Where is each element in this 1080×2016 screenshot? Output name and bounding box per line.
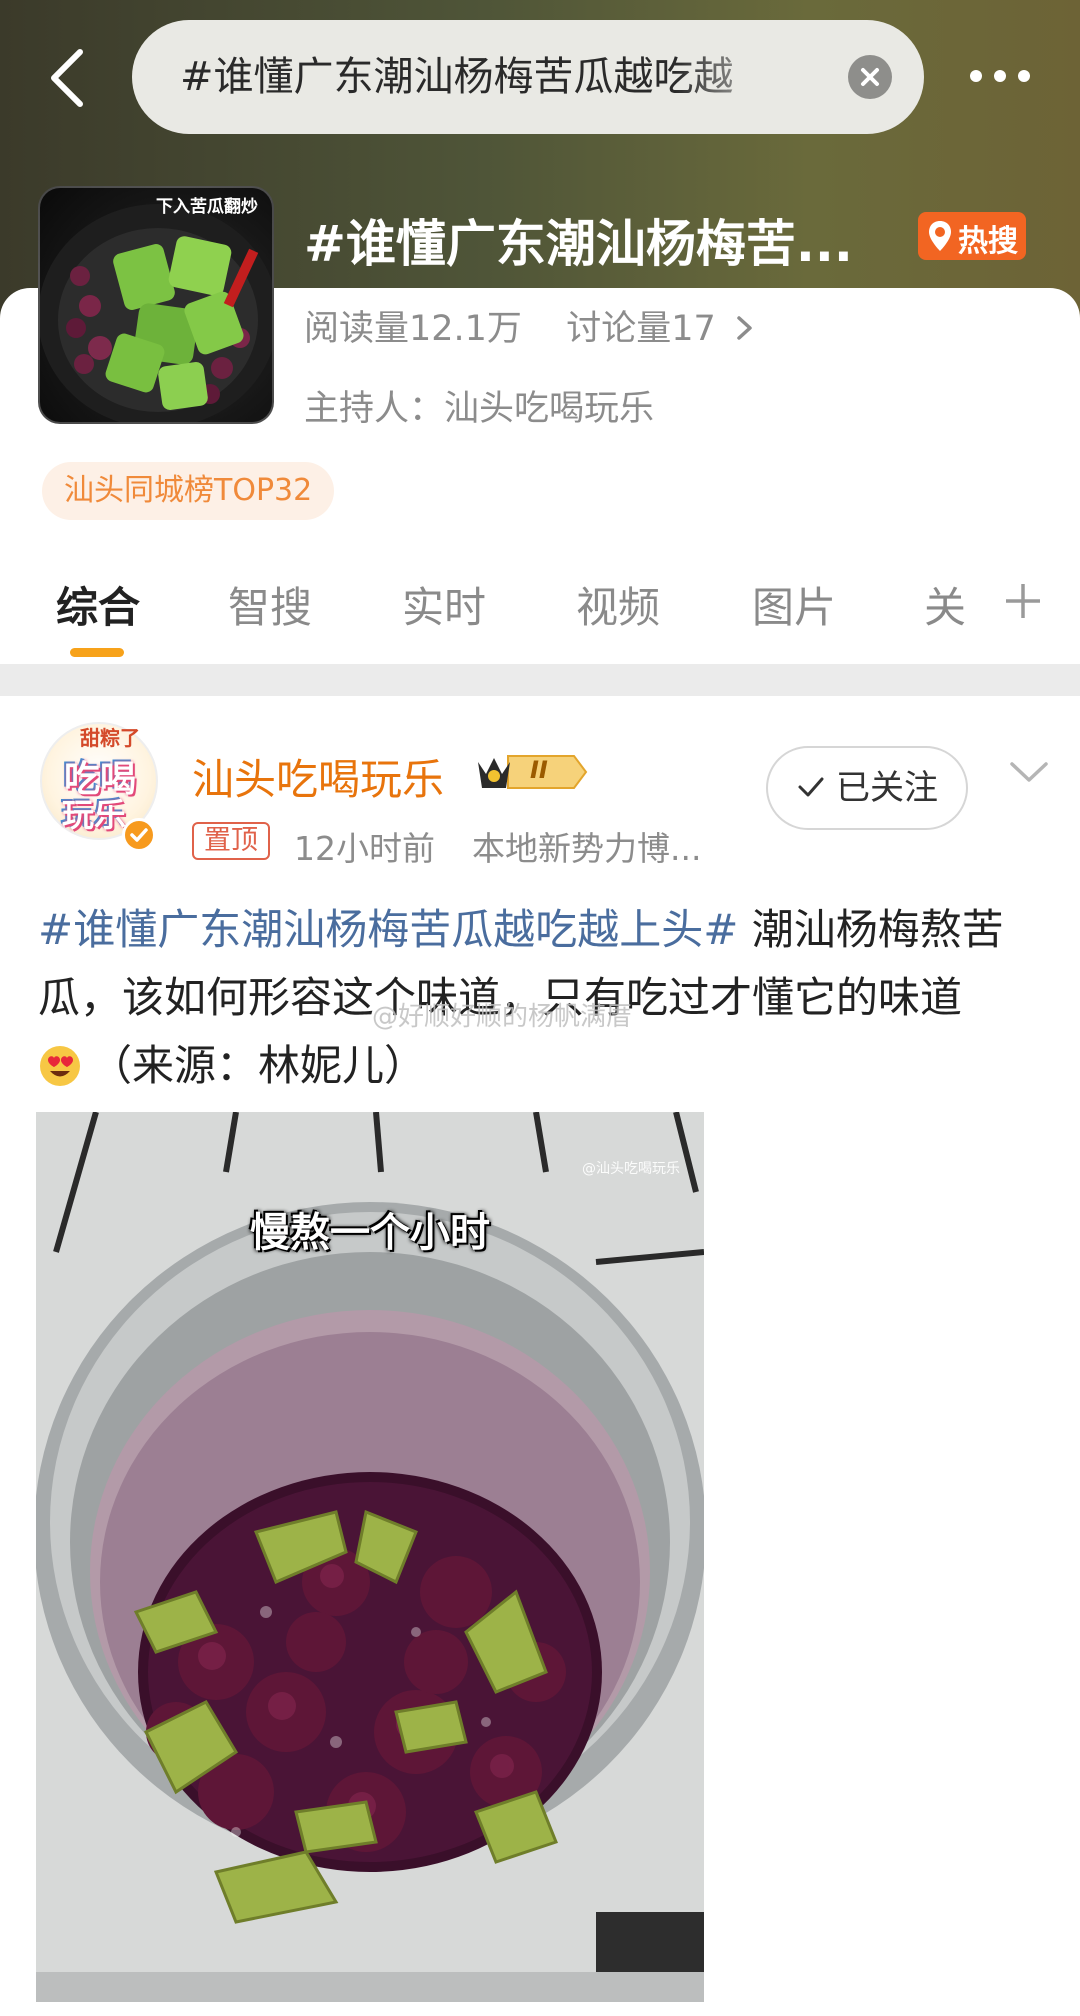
post-image[interactable]: 慢熬一个小时 @汕头吃喝玩乐 [36, 1112, 704, 2002]
search-query-text: #谁懂广东潮汕杨梅苦瓜越吃越 [180, 54, 734, 100]
hot-badge-label: 热搜 [958, 224, 1018, 259]
topic-host[interactable]: 主持人：汕头吃喝玩乐 [304, 380, 654, 431]
chevron-down-icon[interactable] [1008, 758, 1050, 788]
read-count: 阅读量12.1万 [304, 309, 522, 349]
more-icon[interactable] [970, 60, 1034, 90]
topic-title: #谁懂广东潮汕杨梅苦... [304, 215, 853, 273]
post-meta: 12小时前 本地新势力博... [294, 822, 701, 870]
avatar-text-top: 甜粽了 [80, 726, 140, 750]
post-hashtag[interactable]: #谁懂广东潮汕杨梅苦瓜越吃越上头# [38, 905, 738, 954]
post-source-credit: （来源：林妮儿） [90, 1041, 427, 1090]
level-badge-label: II [530, 756, 548, 784]
search-input[interactable]: #谁懂广东潮汕杨梅苦瓜越吃越 [132, 20, 924, 134]
tab-smart-search[interactable]: 智搜 [228, 574, 312, 635]
tab-images[interactable]: 图片 [752, 574, 836, 635]
search-bar-row: #谁懂广东潮汕杨梅苦瓜越吃越 [0, 20, 1080, 136]
tab-comprehensive[interactable]: 综合 [56, 574, 140, 635]
image-watermark: @汕头吃喝玩乐 [582, 1161, 680, 1177]
author-name[interactable]: 汕头吃喝玩乐 [192, 746, 444, 807]
pinned-tag: 置顶 [192, 822, 270, 860]
rank-tag[interactable]: 汕头同城榜TOP32 [42, 462, 335, 520]
tab-follow[interactable]: 关 [924, 574, 966, 635]
follow-button-label: 已关注 [836, 768, 938, 808]
tab-realtime[interactable]: 实时 [402, 574, 486, 635]
topic-thumbnail[interactable]: 下入苦瓜翻炒 [38, 186, 274, 424]
follow-button[interactable]: 已关注 [766, 746, 968, 830]
post-time: 12小时前 [294, 829, 435, 868]
image-caption: 慢熬一个小时 [250, 1210, 490, 1256]
hot-badge[interactable]: 热搜 [918, 212, 1026, 260]
plus-icon[interactable] [1002, 580, 1044, 622]
topic-stats[interactable]: 阅读量12.1万 讨论量17 [304, 300, 716, 351]
location-pin-icon [929, 221, 951, 251]
thumbnail-caption: 下入苦瓜翻炒 [156, 197, 258, 217]
active-tab-indicator [70, 648, 124, 657]
verified-icon [122, 818, 156, 852]
weibo-watermark: @好顺好顺的杨帆满厝 [372, 1002, 633, 1032]
post-source: 本地新势力博... [472, 829, 702, 868]
discussion-count: 讨论量17 [566, 309, 716, 349]
search-tabs: 综合 智搜 实时 视频 图片 关 [0, 560, 1080, 664]
tab-video[interactable]: 视频 [576, 574, 660, 635]
avatar-text-bottom: 玩乐 [62, 796, 127, 834]
back-icon[interactable] [40, 46, 100, 110]
heart-eyes-emoji-icon [40, 1046, 80, 1086]
check-icon [798, 777, 824, 797]
level-badge: II [474, 748, 590, 796]
close-icon[interactable] [848, 55, 892, 99]
chevron-right-icon[interactable] [730, 308, 760, 348]
section-divider [0, 664, 1080, 696]
